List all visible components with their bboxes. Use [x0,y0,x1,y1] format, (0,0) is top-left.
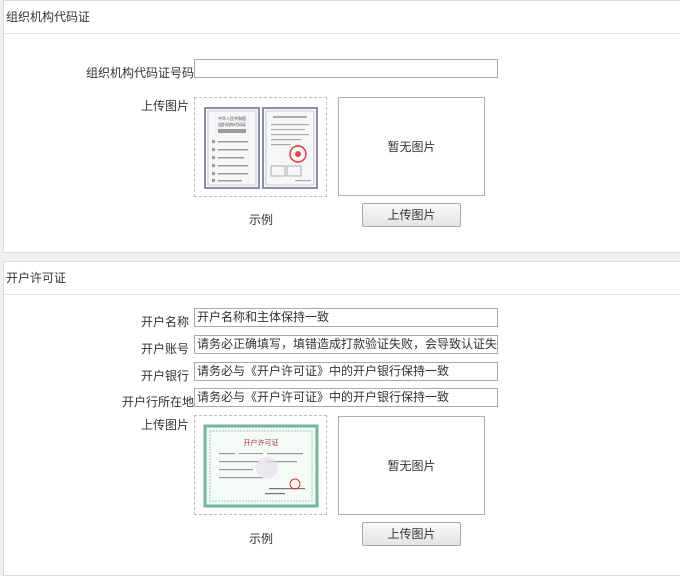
license-certificate-sample-graphic: 开户许可证 [203,424,319,508]
bank-name-label: 开户银行 [140,369,189,383]
bank-location-input[interactable]: 请务必与《开户许可证》中的开户银行保持一致 [194,388,498,407]
org-code-number-input[interactable] [194,59,498,78]
license-upload-label: 上传图片 [140,418,189,432]
org-sample-heading2: 组织机构代码证 [218,121,246,127]
org-sample-heading1: 中华人民共和国 [218,115,246,121]
license-sample-caption: 示例 [249,532,274,546]
org-code-section-title: 组织机构代码证 [4,1,680,34]
org-preview-box: 暂无图片 [338,97,485,196]
account-number-input[interactable]: 请务必正确填写，填错造成打款验证失败，会导致认证失败 [194,335,498,354]
org-preview-placeholder: 暂无图片 [387,140,436,154]
license-sample-heading: 开户许可证 [244,438,279,447]
bank-license-section-title: 开户许可证 [4,262,680,295]
account-name-label: 开户名称 [140,315,189,329]
bank-license-sample-image: 开户许可证 [194,415,327,515]
org-certificate-sample-graphic: 中华人民共和国 组织机构代码证 [204,107,318,189]
license-upload-button[interactable]: 上传图片 [362,522,461,546]
org-code-sample-image: 中华人民共和国 组织机构代码证 [194,97,327,197]
org-sample-caption: 示例 [249,213,274,227]
org-code-number-label: 组织机构代码证号码 [85,66,194,80]
bank-name-input[interactable]: 请务必与《开户许可证》中的开户银行保持一致 [194,362,498,381]
org-upload-button[interactable]: 上传图片 [362,203,461,227]
license-preview-placeholder: 暂无图片 [387,459,436,473]
org-upload-label: 上传图片 [140,99,189,113]
bank-location-label: 开户行所在地 [121,395,194,409]
license-preview-box: 暂无图片 [338,416,485,515]
account-number-label: 开户账号 [140,342,189,356]
account-name-input[interactable]: 开户名称和主体保持一致 [194,308,498,327]
